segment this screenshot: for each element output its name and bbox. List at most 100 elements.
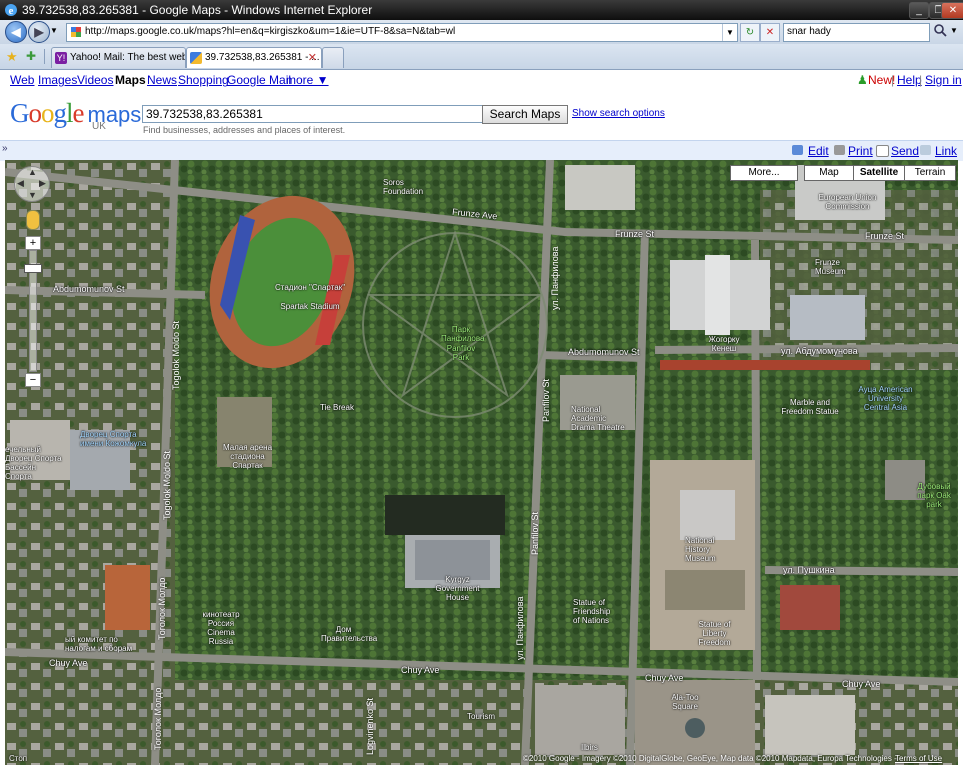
add-favorites-icon[interactable]: ✚ [26, 49, 36, 63]
map-label: Logvinenko St [365, 697, 375, 755]
logo-region: UK [92, 121, 106, 132]
map-label: ул. Панфилова [515, 596, 525, 660]
help-link[interactable]: Help [897, 73, 922, 87]
gbar-web-link[interactable]: Web [10, 73, 34, 87]
tab-google-maps[interactable]: 39.732538,83.265381 - ... ✕ [186, 47, 322, 68]
favorites-star-icon[interactable]: ★ [6, 49, 18, 65]
map-label: Abdumomunov St [568, 347, 640, 357]
pan-left-icon[interactable]: ◀ [17, 178, 24, 189]
map-label: ул. Пушкина [783, 565, 835, 575]
map-label: Жогорку Кенеш [708, 335, 740, 353]
edit-link[interactable]: Edit [808, 144, 829, 158]
map-label: Тоголок Молдо [157, 577, 167, 640]
gbar-googlemail-link[interactable]: Google Mail [227, 73, 291, 87]
browser-search-field[interactable]: snar hady [783, 23, 930, 42]
map-toolbar: » Edit Print Send Link [0, 140, 963, 161]
stop-icon[interactable]: ✕ [760, 23, 780, 42]
map-label: Togolok Moldo St [162, 450, 172, 520]
satellite-map[interactable]: More... Map Satellite Terrain ▲ ▼ ◀ ▶ + … [5, 160, 958, 765]
url-field[interactable]: http://maps.google.co.uk/maps?hl=en&q=ki… [66, 23, 738, 42]
browser-search-text: snar hady [787, 26, 831, 37]
map-label: Spartak Stadium [280, 302, 340, 311]
internet-explorer-icon: e [4, 3, 18, 17]
signin-link[interactable]: Sign in [925, 73, 962, 87]
collapse-panel-icon[interactable]: » [2, 143, 14, 157]
refresh-icon[interactable]: ↻ [740, 23, 760, 42]
new-tab-button[interactable] [322, 47, 344, 68]
maps-search-header: Google maps UK 39.732538,83.265381 Search… [0, 90, 963, 140]
gbar-shopping-link[interactable]: Shopping [178, 73, 229, 87]
zoom-slider-thumb[interactable] [24, 264, 42, 273]
send-envelope-icon [876, 145, 889, 157]
map-label: ый комитет по налогам и сборам [65, 635, 133, 653]
map-label: Малая арена стадиона Спартак [222, 443, 273, 470]
map-label: Statue of Friendship of Nations [573, 598, 611, 625]
print-link[interactable]: Print [848, 144, 873, 158]
map-label: Ilbirs [581, 743, 598, 752]
address-toolbar: ◀ ▶ ▼ http://maps.google.co.uk/maps?hl=e… [0, 20, 963, 44]
pan-right-icon[interactable]: ▶ [39, 178, 46, 189]
tab-separator [44, 49, 45, 64]
map-label: Ala-Too Square [671, 693, 699, 711]
new-person-icon: ♟ [857, 73, 868, 87]
gbar-images-link[interactable]: Images [38, 73, 77, 87]
map-label: Soros Foundation [383, 178, 424, 196]
show-search-options-link[interactable]: Show search options [572, 108, 665, 119]
map-label: Парк Панфилова [441, 325, 485, 343]
google-bar: Web Images Videos Maps News Shopping Goo… [0, 70, 963, 90]
pan-control[interactable]: ▲ ▼ ◀ ▶ [14, 166, 50, 202]
pan-up-icon[interactable]: ▲ [28, 167, 37, 177]
link-link[interactable]: Link [935, 144, 957, 158]
window-title: 39.732538,83.265381 - Google Maps - Wind… [22, 3, 373, 17]
gbar-maps-current: Maps [115, 73, 146, 87]
tab-close-icon[interactable]: ✕ [308, 51, 317, 64]
pan-down-icon[interactable]: ▼ [28, 190, 37, 200]
map-type-satellite-button[interactable]: Satellite [853, 165, 905, 181]
street-view-pegman-icon[interactable] [26, 210, 40, 230]
search-hint: Find businesses, addresses and places of… [143, 125, 346, 135]
map-label: Frunze St [865, 231, 905, 241]
zoom-in-button[interactable]: + [25, 236, 41, 250]
map-label: Дом Правительства [321, 625, 378, 643]
map-label: Ауца American University Central Asia [858, 385, 913, 412]
edit-icon [792, 145, 803, 155]
map-copyright: ©2010 Google - Imagery ©2010 DigitalGlob… [523, 754, 897, 763]
tab-yahoo-mail[interactable]: Y! Yahoo! Mail: The best web-b... [51, 47, 186, 68]
map-label: Chuy Ave [645, 673, 684, 683]
map-type-map-button[interactable]: Map [804, 165, 854, 181]
map-label: ечельный Дворец Спорта Бассейн Спорта [5, 445, 62, 481]
gbar-news-link[interactable]: News [147, 73, 177, 87]
gbar-more-link[interactable]: more ▼ [286, 73, 329, 87]
gbar-videos-link[interactable]: Videos [77, 73, 113, 87]
terms-of-use-link[interactable]: Terms of Use [895, 754, 942, 763]
history-dropdown-icon[interactable]: ▼ [50, 26, 58, 35]
more-layers-button[interactable]: More... [730, 165, 798, 181]
map-label: National History Museum [685, 536, 716, 563]
map-label: Стоп [9, 754, 28, 763]
map-label: Tourism [467, 712, 496, 721]
google-maps-logo[interactable]: Google maps [10, 98, 141, 129]
back-button[interactable]: ◀ [5, 21, 27, 43]
google-maps-favicon-icon [190, 52, 202, 64]
map-label: Chuy Ave [401, 665, 440, 675]
close-window-button[interactable]: ✕ [941, 2, 963, 19]
maps-search-input[interactable]: 39.732538,83.265381 [142, 105, 483, 123]
send-link[interactable]: Send [891, 144, 919, 158]
map-label: Panfilov St [530, 511, 540, 555]
logo-google-text: Google [10, 98, 84, 128]
zoom-out-button[interactable]: − [25, 373, 41, 387]
map-label: Frunze Museum [815, 258, 846, 276]
map-type-terrain-button[interactable]: Terrain [904, 165, 956, 181]
map-label: Marble and Freedom Statue [781, 398, 839, 416]
search-provider-dropdown-icon[interactable]: ▼ [950, 26, 958, 35]
search-maps-button[interactable]: Search Maps [482, 105, 568, 124]
separator: | [919, 73, 923, 87]
print-icon [834, 145, 845, 155]
google-favicon-icon [70, 26, 82, 38]
minimize-button[interactable]: _ [909, 2, 929, 19]
search-go-icon[interactable] [931, 23, 949, 40]
map-label: Panfilov Park [446, 344, 476, 362]
forward-button[interactable]: ▶ [28, 21, 50, 43]
satellite-imagery [5, 160, 958, 765]
url-dropdown-icon[interactable]: ▼ [722, 24, 737, 41]
